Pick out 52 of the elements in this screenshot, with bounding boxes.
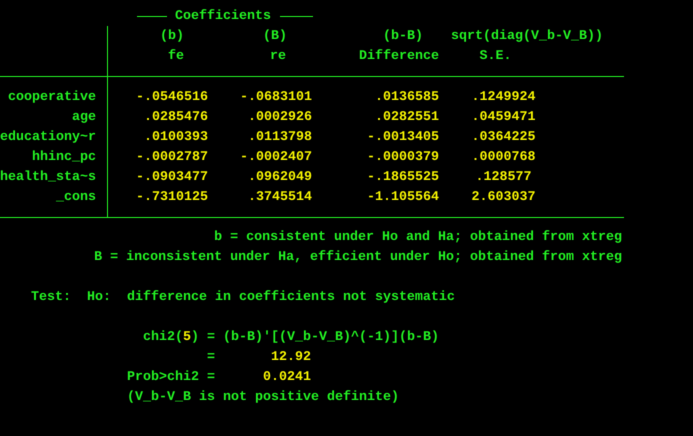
table-cell: .1249924 [472, 90, 536, 104]
table-cell: .0282551 [375, 110, 439, 124]
table-cell: -.1865525 [367, 170, 439, 184]
table-cell: .128577 [476, 170, 532, 184]
row-label: age [72, 110, 96, 124]
hypothesis-text: difference in coefficients not systematic [127, 290, 455, 304]
note-text: B = inconsistent under Ha, efficient under Ho; obtained from xtreg [94, 250, 622, 264]
row-label: health_sta~s [0, 170, 96, 184]
warning-text: (V_b-V_B is not positive definite) [127, 390, 399, 404]
note-text: b = consistent under Ho and Ha; obtained from xtreg [214, 230, 622, 244]
table-title: Coefficients [175, 8, 271, 24]
table-cell: .0002926 [248, 110, 312, 124]
column-header: Difference [359, 48, 439, 64]
equals-sign: = [207, 330, 215, 344]
table-cell: -.0683101 [240, 90, 312, 104]
table-cell: 2.603037 [472, 190, 536, 204]
column-header: (B) [263, 28, 287, 44]
test-label: Test: [31, 290, 71, 304]
table-cell: .0962049 [248, 170, 312, 184]
column-header: re [270, 48, 286, 64]
row-label: hhinc_pc [32, 150, 96, 164]
column-header: (b-B) [383, 28, 423, 44]
probability-label: Prob>chi2 = [127, 370, 215, 384]
table-cell: -.0002787 [136, 150, 208, 164]
hypothesis-label: Ho: [87, 290, 111, 304]
table-cell: -1.105564 [367, 190, 439, 204]
row-label: educationy~r [0, 130, 96, 144]
column-header: S.E. [480, 48, 512, 64]
row-label: _cons [56, 190, 96, 204]
table-cell: .0136585 [375, 90, 439, 104]
table-cell: .0364225 [472, 130, 536, 144]
equals-sign: = [207, 350, 215, 364]
column-header: (b) [160, 28, 184, 44]
table-cell: .0285476 [144, 110, 208, 124]
formula-text: (b-B)'[(V_b-V_B)^(-1)](b-B) [223, 330, 439, 344]
table-cell: -.7310125 [136, 190, 208, 204]
table-cell: .0113798 [248, 130, 312, 144]
table-cell: .3745514 [248, 190, 312, 204]
table-cell: .0459471 [472, 110, 536, 124]
table-cell: .0000768 [472, 150, 536, 164]
probability-value: 0.0241 [262, 370, 311, 384]
table-cell: -.0002407 [240, 150, 312, 164]
column-header: sqrt(diag(V_b-V_B)) [451, 28, 603, 44]
row-label: cooperative [8, 90, 96, 104]
table-cell: -.0903477 [136, 170, 208, 184]
table-cell: -.0000379 [367, 150, 439, 164]
table-cell: .0100393 [144, 130, 208, 144]
statistic-value: 12.92 [271, 350, 311, 364]
column-header: fe [168, 48, 184, 64]
table-cell: -.0546516 [136, 90, 208, 104]
table-cell: -.0013405 [367, 130, 439, 144]
statistic-label: chi2(5) [143, 330, 199, 344]
